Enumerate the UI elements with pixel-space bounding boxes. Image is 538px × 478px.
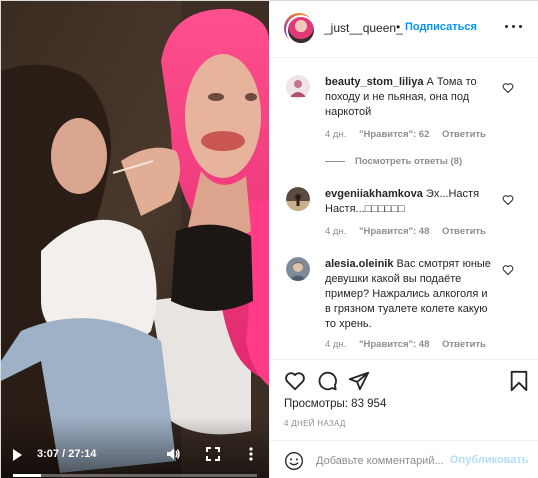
share-icon[interactable]: [348, 370, 370, 392]
comment-username[interactable]: beauty_stom_liliya: [325, 76, 423, 88]
comment-likes-count[interactable]: "Нравится": 62: [359, 129, 429, 140]
comment-age: 4 дн.: [325, 339, 347, 350]
comment-likes-count[interactable]: "Нравится": 48: [359, 339, 429, 350]
video-time: 3:07 / 27:14: [37, 448, 96, 460]
duration: 27:14: [68, 448, 97, 460]
author-avatar[interactable]: [284, 13, 316, 45]
video-controls: 3:07 / 27:14: [1, 417, 269, 478]
commenter-avatar[interactable]: [286, 257, 310, 281]
comment-text: beauty_stom_liliya А Тома то походу и не…: [325, 75, 495, 120]
post-options-icon[interactable]: [503, 17, 525, 37]
header-separator: •: [396, 20, 401, 34]
comment-likes-count[interactable]: "Нравится": 48: [359, 226, 429, 237]
add-comment-bar: Опубликовать: [270, 440, 538, 478]
current-time: 3:07: [37, 448, 60, 460]
post-header: _just__queen_ • Подписаться: [270, 1, 538, 58]
volume-icon[interactable]: [165, 446, 181, 462]
post-side-panel: _just__queen_ • Подписаться beauty_stom_…: [269, 1, 538, 478]
comment-age: 4 дн.: [325, 226, 347, 237]
author-username[interactable]: _just__queen_: [324, 21, 403, 35]
emoji-icon[interactable]: [284, 451, 304, 471]
heart-icon[interactable]: [284, 370, 306, 392]
publish-button[interactable]: Опубликовать: [450, 454, 529, 466]
comment-like-icon[interactable]: [502, 264, 514, 276]
commenter-avatar[interactable]: [286, 187, 310, 211]
video-player[interactable]: 3:07 / 27:14: [1, 1, 269, 478]
bookmark-icon[interactable]: [508, 370, 530, 392]
follow-button[interactable]: Подписаться: [405, 21, 477, 33]
comment-like-icon[interactable]: [502, 194, 514, 206]
comment-reply-button[interactable]: Ответить: [442, 129, 486, 140]
comment-text: alesia.oleinik Вас смотрят юные девушки …: [325, 257, 495, 332]
comment-meta: 4 дн. "Нравится": 62 Ответить: [325, 129, 496, 140]
play-button[interactable]: [13, 449, 22, 461]
views-count: Просмотры: 83 954: [284, 398, 387, 410]
add-comment-input[interactable]: [316, 453, 446, 469]
comment-meta: 4 дн. "Нравится": 48 Ответить: [325, 226, 496, 237]
video-progress-fill: [13, 474, 41, 477]
post-timestamp[interactable]: 4 ДНЕЙ НАЗАД: [284, 419, 346, 428]
comment-icon[interactable]: [316, 370, 338, 392]
comment-meta: 4 дн. "Нравится": 48 Ответить: [325, 339, 496, 350]
video-frame-image: [1, 1, 269, 478]
fullscreen-icon[interactable]: [205, 446, 221, 462]
instagram-post-modal: 3:07 / 27:14 _just__queen_ • Подписаться…: [0, 0, 538, 478]
post-actions: Просмотры: 83 954 4 ДНЕЙ НАЗАД Опубликов…: [270, 359, 538, 478]
comment-reply-button[interactable]: Ответить: [442, 339, 486, 350]
comment-age: 4 дн.: [325, 129, 347, 140]
more-options-icon[interactable]: [243, 446, 259, 462]
time-separator: /: [59, 448, 69, 460]
view-replies-button[interactable]: Посмотреть ответы (8): [325, 156, 462, 167]
comment-like-icon[interactable]: [502, 82, 514, 94]
comment-reply-button[interactable]: Ответить: [442, 226, 486, 237]
comment-username[interactable]: alesia.oleinik: [325, 258, 393, 270]
commenter-avatar[interactable]: [286, 75, 310, 99]
video-progress-bar[interactable]: [13, 474, 257, 477]
comment-text: evgeniiakhamkova Эх...Настя Настя...□□□□…: [325, 187, 495, 217]
comment-username[interactable]: evgeniiakhamkova: [325, 188, 423, 200]
